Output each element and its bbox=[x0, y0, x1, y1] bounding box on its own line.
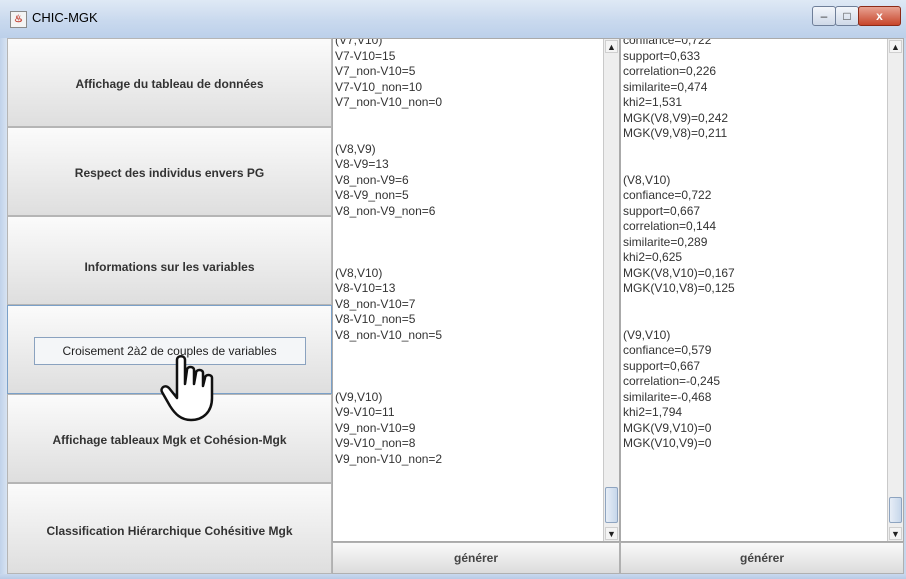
index-line: MGK(V8,V9)=0,242 bbox=[623, 110, 729, 125]
window-frame-left bbox=[0, 38, 7, 579]
crossing-counts-pane[interactable]: (V7,V10) V7-V10=15 V7_non-V10=5 V7-V10_non=… bbox=[332, 38, 620, 542]
crossing-count-line: V8-V10_non=5 bbox=[335, 312, 416, 326]
close-button[interactable]: x bbox=[858, 6, 901, 26]
crossing-count-line: (V8,V10) bbox=[335, 265, 383, 280]
crossing-count-line: V8_non-V10_non=5 bbox=[335, 327, 443, 342]
index-line: support=0,633 bbox=[623, 48, 701, 63]
minimize-button[interactable]: – bbox=[812, 6, 836, 26]
index-line: similarite=0,474 bbox=[623, 79, 708, 94]
java-app-icon: ♨ bbox=[10, 11, 27, 28]
index-line: MGK(V9,V8)=0,211 bbox=[623, 126, 728, 140]
index-line: (V8,V10) bbox=[623, 172, 671, 187]
crossing-count-line: V9-V10_non=8 bbox=[335, 436, 416, 450]
menu-button-label: Classification Hiérarchique Cohésitive M… bbox=[46, 524, 293, 538]
menu-button-data-table[interactable]: Affichage du tableau de données bbox=[7, 38, 332, 127]
index-line: khi2=0,625 bbox=[623, 250, 683, 264]
window-title: CHIC-MGK bbox=[32, 10, 98, 25]
crossing-count-line bbox=[335, 343, 442, 359]
crossing-count-line bbox=[335, 359, 442, 375]
menu-button-label: Affichage du tableau de données bbox=[75, 77, 264, 91]
scroll-down-arrow-icon[interactable]: ▼ bbox=[889, 527, 902, 540]
app-window: ♨ CHIC-MGK – □ x Affichage du tableau de… bbox=[0, 0, 906, 579]
index-line: khi2=1,531 bbox=[623, 95, 683, 109]
crossing-count-line: V7_non-V10_non=0 bbox=[335, 95, 443, 109]
crossing-count-line: (V9,V10) bbox=[335, 389, 383, 404]
indices-scrollbar[interactable]: ▲ ▼ bbox=[887, 39, 903, 541]
crossing-count-line: (V8,V9) bbox=[335, 141, 376, 156]
crossing-count-line: V7-V10_non=10 bbox=[335, 79, 423, 94]
crossing-count-line bbox=[335, 111, 442, 127]
title-bar[interactable]: ♨ CHIC-MGK – □ x bbox=[0, 0, 906, 39]
index-line bbox=[623, 157, 735, 173]
index-line: (V9,V10) bbox=[623, 327, 671, 342]
indices-text: confiance=0,722 support=0,633 correlation=… bbox=[623, 38, 735, 452]
index-line: MGK(V10,V8)=0,125 bbox=[623, 281, 735, 295]
index-line: confiance=0,579 bbox=[623, 343, 712, 357]
side-menu: Affichage du tableau de données Respect … bbox=[7, 38, 332, 574]
generate-button-left[interactable]: générer bbox=[332, 542, 620, 574]
index-line: MGK(V8,V10)=0,167 bbox=[623, 265, 735, 280]
crossing-count-line bbox=[335, 235, 442, 251]
maximize-button[interactable]: □ bbox=[835, 6, 859, 26]
menu-button-label: Respect des individus envers PG bbox=[74, 166, 265, 180]
scroll-thumb[interactable] bbox=[889, 497, 902, 523]
crossing-count-line: V9_non-V10=9 bbox=[335, 420, 416, 435]
index-line: correlation=-0,245 bbox=[623, 374, 721, 388]
crossing-count-line: V8_non-V9=6 bbox=[335, 172, 409, 187]
crossing-counts-text: (V7,V10) V7-V10=15 V7_non-V10=5 V7-V10_non=… bbox=[335, 38, 443, 467]
window-frame-bottom bbox=[0, 574, 906, 579]
crossing-count-line: V7_non-V10=5 bbox=[335, 64, 416, 78]
index-line: similarite=-0,468 bbox=[623, 389, 712, 404]
crossing-counts-scrollbar[interactable]: ▲ ▼ bbox=[603, 39, 619, 541]
index-line: MGK(V9,V10)=0 bbox=[623, 420, 712, 435]
menu-button-classification[interactable]: Classification Hiérarchique Cohésitive M… bbox=[7, 483, 332, 574]
crossing-count-line: (V7,V10) bbox=[335, 38, 383, 47]
menu-button-label: Affichage tableaux Mgk et Cohésion-Mgk bbox=[52, 433, 287, 447]
crossing-count-line bbox=[335, 219, 442, 235]
index-line: similarite=0,289 bbox=[623, 234, 708, 249]
crossing-count-line: V8_non-V10=7 bbox=[335, 296, 416, 311]
indices-pane[interactable]: confiance=0,722 support=0,633 correlation=… bbox=[620, 38, 904, 542]
index-line: support=0,667 bbox=[623, 358, 701, 373]
crossing-count-line: V8_non-V9_non=6 bbox=[335, 203, 436, 218]
index-line: khi2=1,794 bbox=[623, 405, 683, 419]
crossing-count-line: V7-V10=15 bbox=[335, 48, 396, 63]
crossing-count-line bbox=[335, 250, 442, 266]
index-line: confiance=0,722 bbox=[623, 38, 712, 47]
crossing-count-line: V8-V10=13 bbox=[335, 281, 396, 295]
scroll-up-arrow-icon[interactable]: ▲ bbox=[605, 40, 618, 53]
menu-button-variables-info[interactable]: Informations sur les variables bbox=[7, 216, 332, 305]
crossing-count-line: V9-V10=11 bbox=[335, 405, 395, 419]
menu-button-label: Informations sur les variables bbox=[84, 260, 255, 274]
crossing-count-line: V8-V9=13 bbox=[335, 157, 389, 171]
index-line: support=0,667 bbox=[623, 203, 701, 218]
crossing-count-line: V8-V9_non=5 bbox=[335, 188, 409, 202]
index-line bbox=[623, 142, 735, 158]
scroll-up-arrow-icon[interactable]: ▲ bbox=[889, 40, 902, 53]
hand-cursor-icon bbox=[160, 355, 214, 422]
crossing-count-line bbox=[335, 126, 442, 142]
index-line bbox=[623, 312, 735, 328]
index-line: correlation=0,144 bbox=[623, 219, 717, 233]
index-line bbox=[623, 297, 735, 313]
menu-button-individuals[interactable]: Respect des individus envers PG bbox=[7, 127, 332, 216]
index-line: MGK(V10,V9)=0 bbox=[623, 436, 712, 450]
crossing-count-line: V9_non-V10_non=2 bbox=[335, 451, 443, 466]
scroll-down-arrow-icon[interactable]: ▼ bbox=[605, 527, 618, 540]
crossing-count-line bbox=[335, 374, 442, 390]
generate-button-right[interactable]: générer bbox=[620, 542, 904, 574]
index-line: correlation=0,226 bbox=[623, 64, 717, 78]
scroll-thumb[interactable] bbox=[605, 487, 618, 523]
index-line: confiance=0,722 bbox=[623, 188, 712, 202]
